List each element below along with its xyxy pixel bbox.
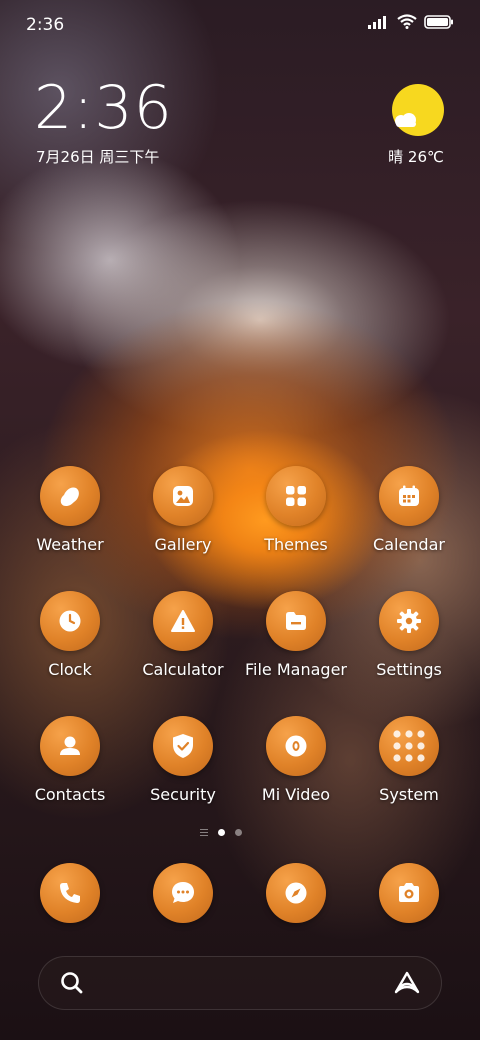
calendar-icon <box>379 466 439 526</box>
folder-grid-icon <box>379 716 439 776</box>
app-label: File Manager <box>245 660 347 679</box>
clock-icon <box>40 591 100 651</box>
app-vault-icon[interactable] <box>393 970 421 996</box>
app-label: Gallery <box>154 535 212 554</box>
themes-grid-icon <box>266 466 326 526</box>
app-gallery[interactable]: Gallery <box>127 466 239 554</box>
page-dot[interactable] <box>235 829 242 836</box>
app-security[interactable]: Security <box>127 716 239 804</box>
search-bar[interactable] <box>38 956 442 1010</box>
app-system-folder[interactable]: System <box>353 716 465 804</box>
weather-widget-text[interactable]: 晴 26℃ <box>386 146 446 167</box>
weather-drop-icon <box>40 466 100 526</box>
status-bar-time: 2:36 <box>26 15 65 35</box>
status-bar-icons <box>368 14 454 29</box>
messages-icon <box>172 882 194 903</box>
page-dot-active[interactable] <box>218 829 225 836</box>
app-label: System <box>379 785 439 804</box>
wifi-icon <box>397 14 417 29</box>
app-mi-video[interactable]: Mi Video <box>240 716 352 804</box>
app-settings[interactable]: Settings <box>353 591 465 679</box>
app-label: Contacts <box>34 785 106 804</box>
app-label: Themes <box>264 535 328 554</box>
dock-messages[interactable] <box>153 863 213 923</box>
app-calculator[interactable]: Calculator <box>127 591 239 679</box>
app-weather[interactable]: Weather <box>14 466 126 554</box>
dock-browser[interactable] <box>266 863 326 923</box>
app-calendar[interactable]: Calendar <box>353 466 465 554</box>
battery-icon <box>424 14 453 29</box>
video-icon <box>266 716 326 776</box>
page-indicator-minus-one[interactable] <box>200 829 208 836</box>
dock-camera[interactable] <box>379 863 439 923</box>
gear-icon <box>379 591 439 651</box>
calculator-icon <box>153 591 213 651</box>
app-label: Calculator <box>142 660 224 679</box>
folder-icon <box>266 591 326 651</box>
cloud-icon <box>395 113 416 127</box>
dock-phone[interactable] <box>40 863 100 923</box>
app-label: Settings <box>376 660 442 679</box>
app-label: Calendar <box>373 535 445 554</box>
app-file-manager[interactable]: File Manager <box>240 591 352 679</box>
shield-icon <box>153 716 213 776</box>
app-clock[interactable]: Clock <box>14 591 126 679</box>
contacts-icon <box>40 716 100 776</box>
signal-icon <box>368 15 386 29</box>
app-label: Weather <box>36 535 104 554</box>
app-contacts[interactable]: Contacts <box>14 716 126 804</box>
camera-icon <box>399 883 419 902</box>
clock-widget-date[interactable]: 7月26日 周三下午 <box>36 146 159 167</box>
app-label: Mi Video <box>261 785 331 804</box>
page-indicator[interactable] <box>200 829 242 836</box>
clock-widget-time[interactable]: 2:36 <box>34 76 173 140</box>
partly-sunny-icon[interactable] <box>392 84 444 136</box>
app-themes[interactable]: Themes <box>240 466 352 554</box>
gallery-icon <box>153 466 213 526</box>
app-label: Security <box>150 785 216 804</box>
app-label: Clock <box>48 660 92 679</box>
phone-icon <box>60 883 80 903</box>
search-icon[interactable] <box>59 970 85 996</box>
browser-compass-icon <box>285 882 307 904</box>
